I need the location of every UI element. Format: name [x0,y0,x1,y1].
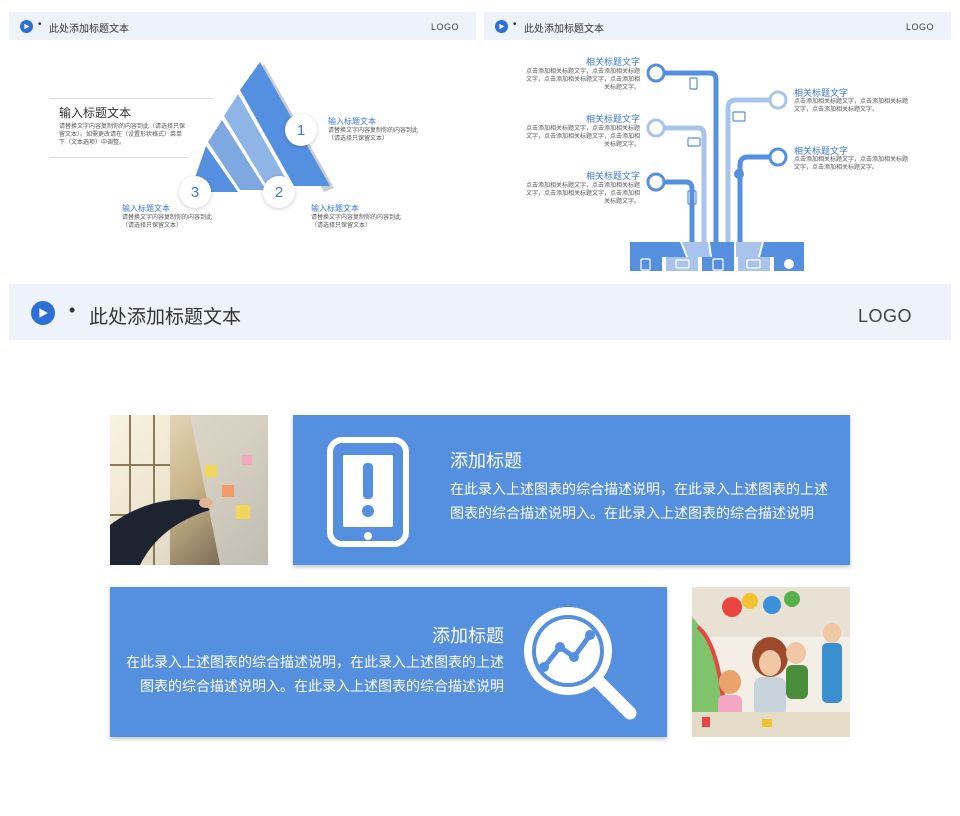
left-item-2-title: 相关标题文字 [585,114,640,124]
card-1-text: 在此录入上述图表的综合描述说明，在此录入上述图表的上述图表的综合描述说明入。在此… [450,481,828,521]
item-3-text: 请替换文字内容复制你的内容到此（请选择只保留文本） [122,215,213,229]
left-block-title: 输入标题文本 [59,106,132,120]
card-2-title: 添加标题 [432,626,504,646]
left-item-1-title: 相关标题文字 [585,57,640,67]
left-item-1-text: 点击添加相关标题文字，点击添加相关标题文字，点击添加相关标题文字，点击添加相关标… [525,69,640,91]
play-icon [31,301,55,325]
bottom-rule [49,157,189,158]
slide-1-header: • 此处添加标题文本 LOGO [9,12,476,40]
office-photo [110,415,268,565]
item-2-text: 请替换文字内容复制你的内容到此（请选择只保留文本） [311,215,402,229]
header-title: 此处添加标题文本 [89,307,242,328]
item-3-title: 输入标题文本 [122,204,170,213]
left-block-text: 请替换文字内容复制你的内容到此（请选择只保留文本）。如需更改请在（设置形状格式）… [59,124,186,146]
bullet: • [38,19,42,30]
card-1: 添加标题 在此录入上述图表的综合描述说明，在此录入上述图表的上述图表的综合描述说… [293,415,850,565]
item-1-text: 请替换文字内容复制你的内容到此（请选择只保留文本） [328,128,419,142]
bullet: • [513,19,517,30]
badge-3: 3 [179,176,211,208]
slide-2-header: • 此处添加标题文本 LOGO [484,12,951,40]
play-icon [20,20,33,33]
logo: LOGO [858,306,913,326]
slide-1: • 此处添加标题文本 LOGO 输入标题文本 请替换文字内容复制你的内容到此（请… [9,12,476,274]
left-item-3-text: 点击添加相关标题文字，点击添加相关标题文字，点击添加相关标题文字，点击添加相关标… [525,183,640,205]
logo: LOGO [906,22,935,32]
card-1-title: 添加标题 [450,451,522,471]
badge-1: 1 [285,114,317,146]
magnifier-chart-icon [524,607,637,720]
phone-alert-icon [327,437,409,547]
right-item-1-text: 点击添加相关标题文字，点击添加相关标题文字，点击添加相关标题文字。 [794,99,909,113]
right-item-2-text: 点击添加相关标题文字，点击添加相关标题文字，点击添加相关标题文字。 [794,157,909,171]
bullet: • [69,300,76,320]
play-icon [495,20,508,33]
item-2-title: 输入标题文本 [311,204,359,213]
left-item-3-title: 相关标题文字 [585,171,640,181]
header-title: 此处添加标题文本 [524,24,604,35]
classroom-photo [692,587,850,737]
item-1-title: 输入标题文本 [328,117,376,126]
slide-3-header: • 此处添加标题文本 LOGO [9,284,951,340]
logo: LOGO [431,22,460,32]
card-2: 添加标题 在此录入上述图表的综合描述说明，在此录入上述图表的上述图表的综合描述说… [110,587,667,737]
left-item-2-text: 点击添加相关标题文字，点击添加相关标题文字，点击添加相关标题文字，点击添加相关标… [525,126,640,148]
badge-1-number: 1 [296,121,306,139]
slide-2: • 此处添加标题文本 LOGO 相关标题文字 点击添加相关标题文字，点击添加相关… [484,12,951,274]
badge-2-number: 2 [274,183,284,201]
badge-3-number: 3 [190,183,200,201]
badge-2: 2 [263,176,295,208]
header-title: 此处添加标题文本 [49,24,129,35]
card-2-text: 在此录入上述图表的综合描述说明，在此录入上述图表的上述图表的综合描述说明入。在此… [126,654,504,694]
